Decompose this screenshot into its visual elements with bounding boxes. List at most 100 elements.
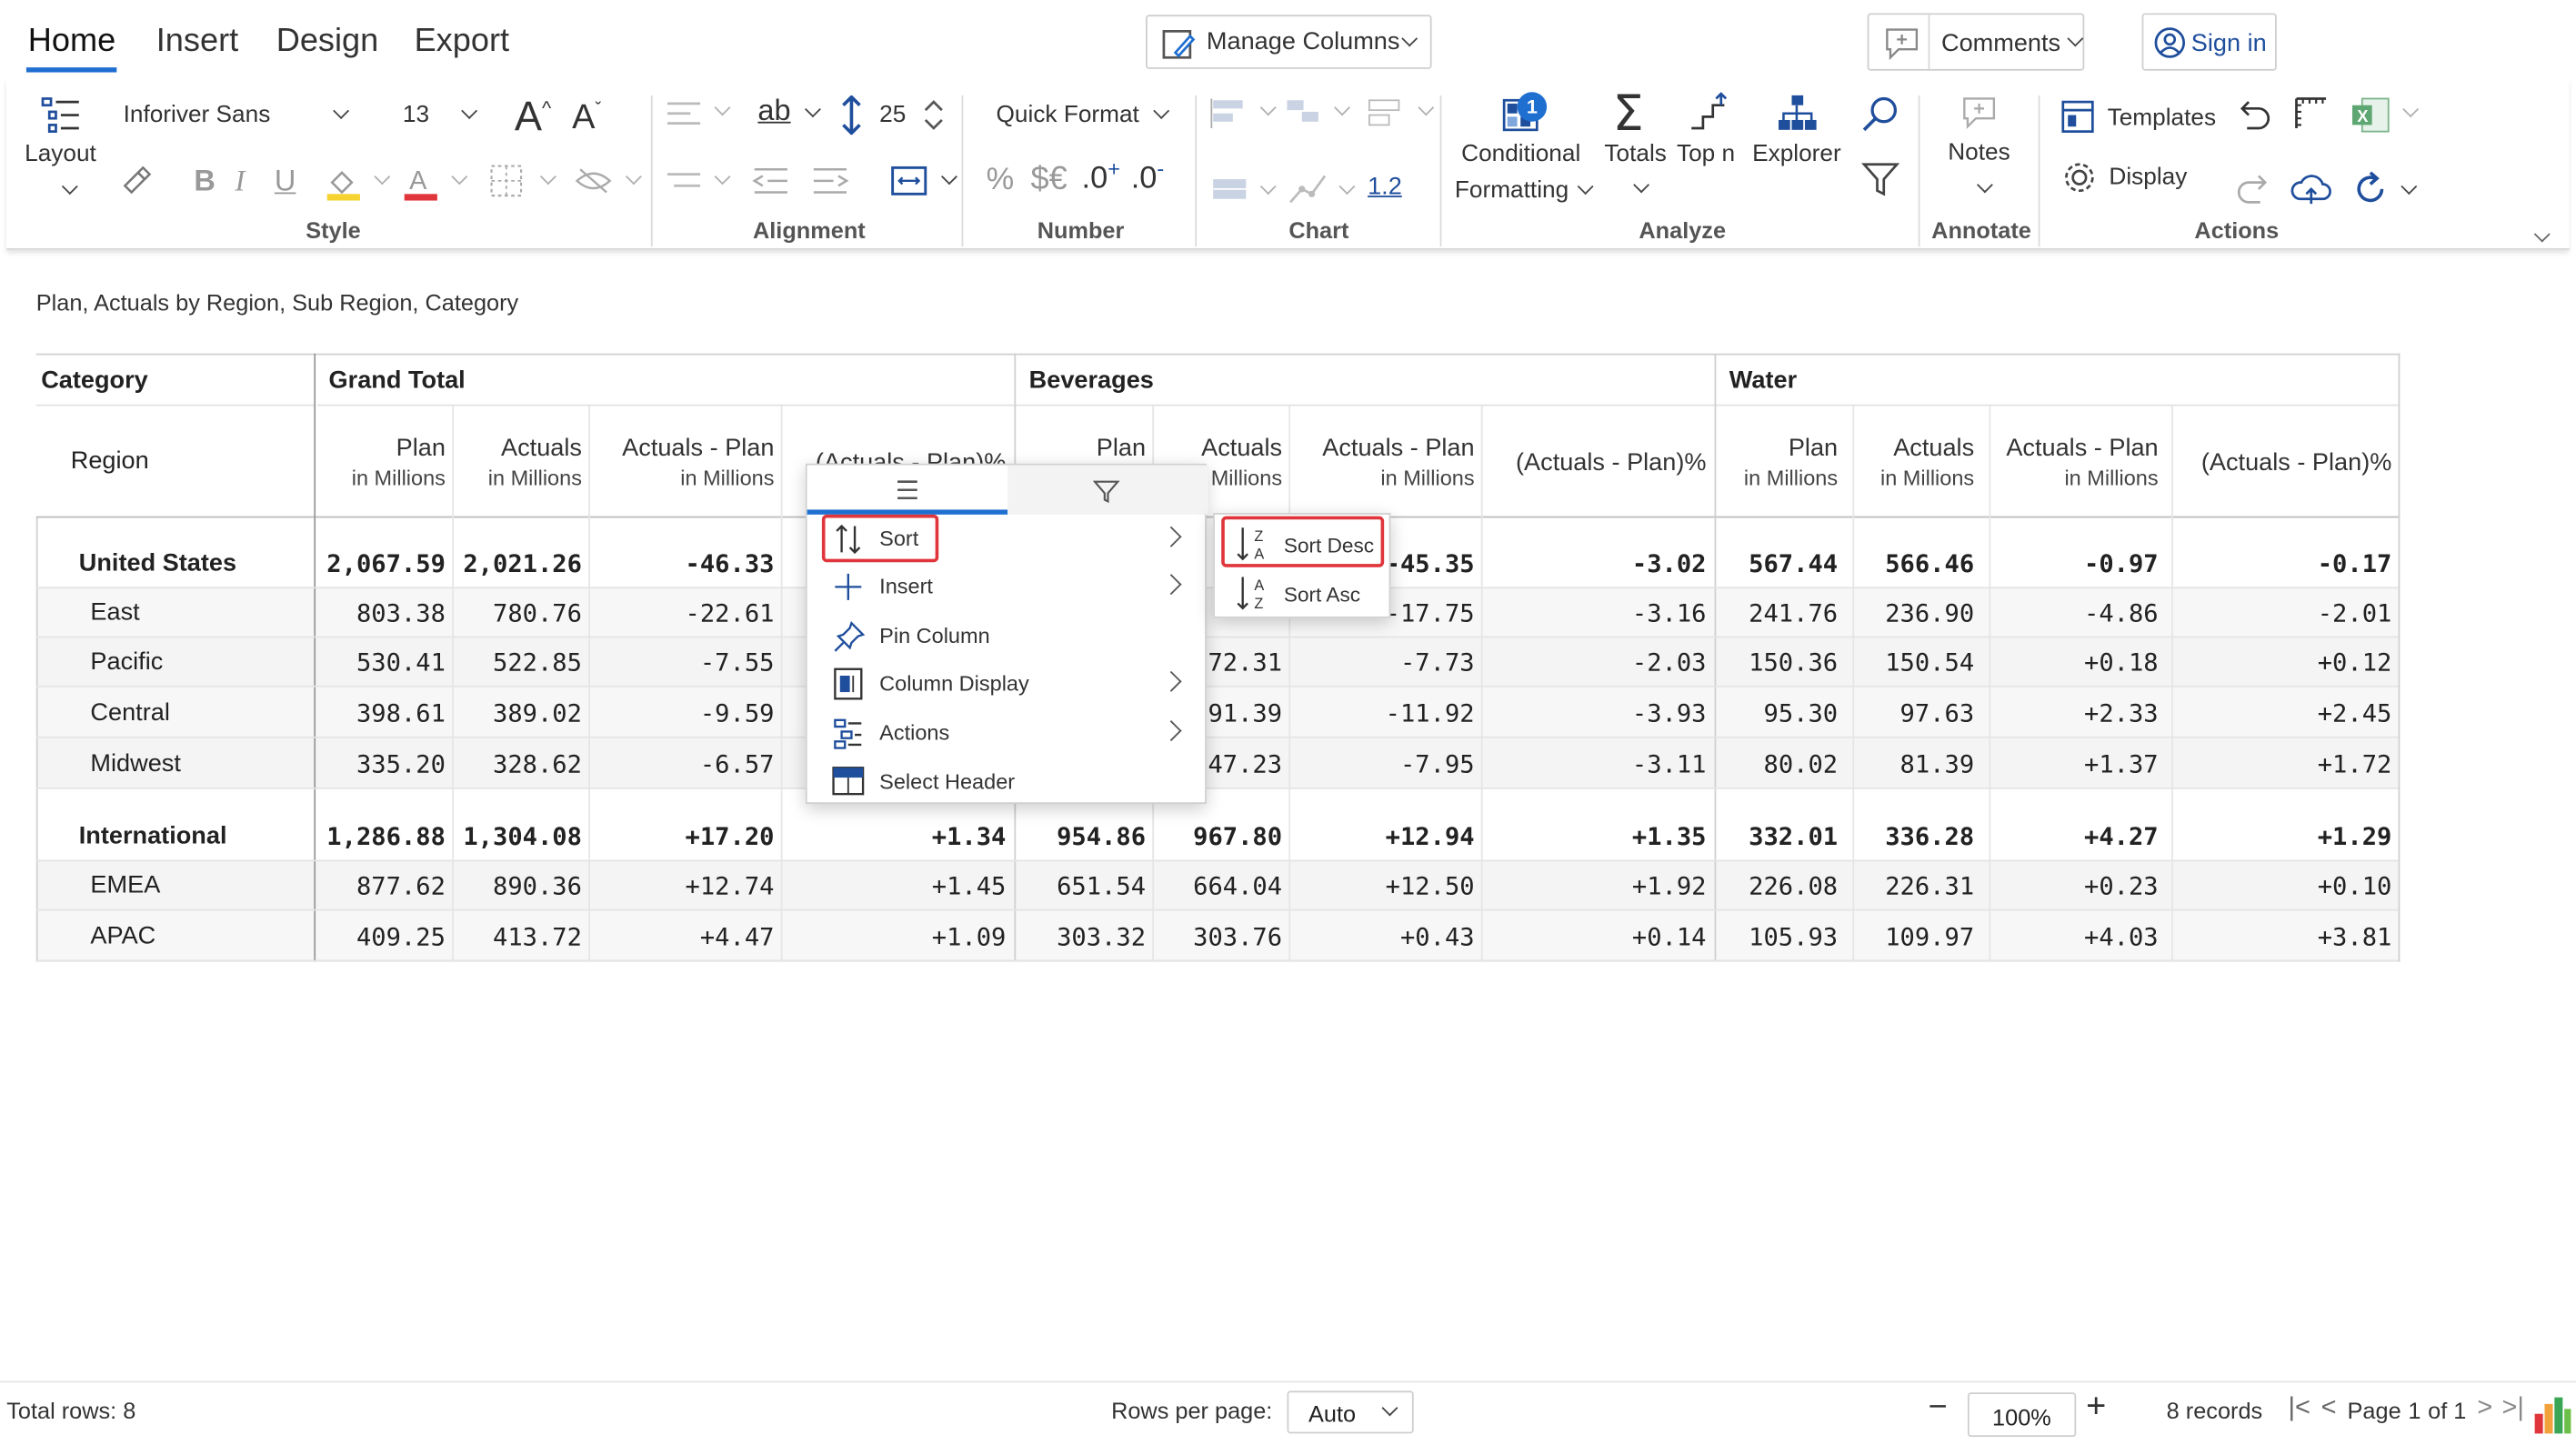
table-cell[interactable]: +1.72 xyxy=(2318,749,2392,779)
prev-page-button[interactable]: < xyxy=(2321,1394,2337,1424)
row-label[interactable]: International xyxy=(79,822,227,850)
table-cell[interactable]: 109.97 xyxy=(1885,922,1974,952)
table-cell[interactable]: -7.73 xyxy=(1400,647,1475,677)
table-cell[interactable]: +12.74 xyxy=(686,871,775,901)
table-cell[interactable]: +0.14 xyxy=(1632,922,1707,952)
table-cell[interactable]: -3.93 xyxy=(1632,698,1707,728)
zoom-in-button[interactable]: + xyxy=(2086,1388,2106,1427)
table-cell[interactable]: -3.16 xyxy=(1632,598,1707,628)
table-cell[interactable]: -9.59 xyxy=(700,698,775,728)
table-cell[interactable]: 1,286.88 xyxy=(326,822,446,852)
zoom-out-button[interactable]: − xyxy=(1929,1390,1948,1428)
table-cell[interactable]: 567.44 xyxy=(1749,549,1838,579)
table-cell[interactable]: +0.23 xyxy=(2084,871,2159,901)
table-cell[interactable]: -45.35 xyxy=(1386,549,1475,579)
row-label[interactable]: APAC xyxy=(90,922,155,950)
menu-item-actions[interactable]: Actions xyxy=(807,708,1208,758)
table-cell[interactable]: 967.80 xyxy=(1193,822,1282,852)
table-cell[interactable]: 47.23 xyxy=(1208,749,1282,779)
menu-item-select-header[interactable]: Select Header xyxy=(807,758,1208,807)
zoom-input[interactable]: 100% xyxy=(1967,1392,2077,1438)
table-cell[interactable]: 303.32 xyxy=(1057,922,1146,952)
table-cell[interactable]: -6.57 xyxy=(700,749,775,779)
table-cell[interactable]: -0.17 xyxy=(2318,549,2392,579)
table-cell[interactable]: +4.03 xyxy=(2084,922,2159,952)
table-cell[interactable]: 1,304.08 xyxy=(463,822,582,852)
table-cell[interactable]: 97.63 xyxy=(1900,698,1975,728)
table-cell[interactable]: 522.85 xyxy=(493,647,582,677)
last-page-button[interactable]: >| xyxy=(2501,1394,2523,1424)
table-cell[interactable]: 651.54 xyxy=(1057,871,1146,901)
page-number[interactable]: 1 xyxy=(2408,1398,2421,1424)
table-cell[interactable]: 780.76 xyxy=(493,598,582,628)
table-cell[interactable]: -3.02 xyxy=(1632,549,1707,579)
table-cell[interactable]: +4.27 xyxy=(2084,822,2159,852)
menu-tab-filter[interactable] xyxy=(1007,465,1208,515)
menu-item-column-display[interactable]: Column Display xyxy=(807,659,1208,708)
table-cell[interactable]: 877.62 xyxy=(356,871,446,901)
corner-header-category[interactable]: Category xyxy=(41,366,148,395)
table-cell[interactable]: 530.41 xyxy=(356,647,446,677)
table-cell[interactable]: +4.47 xyxy=(700,922,775,952)
table-cell[interactable]: +17.20 xyxy=(686,822,775,852)
table-cell[interactable]: 566.46 xyxy=(1885,549,1974,579)
table-cell[interactable]: +12.50 xyxy=(1386,871,1475,901)
table-cell[interactable]: 803.38 xyxy=(356,598,446,628)
table-cell[interactable]: 413.72 xyxy=(493,922,582,952)
table-cell[interactable]: 226.08 xyxy=(1749,871,1838,901)
table-cell[interactable]: 2,021.26 xyxy=(463,549,582,579)
next-page-button[interactable]: > xyxy=(2477,1394,2492,1424)
table-cell[interactable]: -17.75 xyxy=(1386,598,1475,628)
group-header-water[interactable]: Water xyxy=(1729,366,1797,395)
table-cell[interactable]: -0.97 xyxy=(2084,549,2159,579)
table-cell[interactable]: +0.10 xyxy=(2318,871,2392,901)
corner-header-region[interactable]: Region xyxy=(71,447,149,476)
table-cell[interactable]: +12.94 xyxy=(1386,822,1475,852)
group-header-beverages[interactable]: Beverages xyxy=(1029,366,1154,395)
table-cell[interactable]: 95.30 xyxy=(1763,698,1838,728)
table-cell[interactable]: +1.34 xyxy=(932,822,1007,852)
table-cell[interactable]: 80.02 xyxy=(1763,749,1838,779)
table-cell[interactable]: -2.03 xyxy=(1632,647,1707,677)
table-cell[interactable]: 389.02 xyxy=(493,698,582,728)
row-label[interactable]: United States xyxy=(79,549,236,577)
group-header-grand-total[interactable]: Grand Total xyxy=(329,366,466,395)
table-cell[interactable]: 150.36 xyxy=(1749,647,1838,677)
column-header[interactable]: Actuals - Plan in Millions xyxy=(622,434,774,493)
table-cell[interactable]: +1.35 xyxy=(1632,822,1707,852)
column-header[interactable]: (Actuals - Plan)% xyxy=(1516,449,1706,479)
table-cell[interactable]: +1.29 xyxy=(2318,822,2392,852)
column-header[interactable]: (Actuals - Plan)% xyxy=(2201,449,2391,479)
table-cell[interactable]: 890.36 xyxy=(493,871,582,901)
table-cell[interactable]: -7.55 xyxy=(700,647,775,677)
row-label[interactable]: Midwest xyxy=(90,749,180,778)
column-header[interactable]: Actuals - Plan in Millions xyxy=(1322,434,1474,493)
table-cell[interactable]: 332.01 xyxy=(1749,822,1838,852)
table-cell[interactable]: 226.31 xyxy=(1885,871,1974,901)
table-cell[interactable]: 72.31 xyxy=(1208,647,1282,677)
table-cell[interactable]: +2.33 xyxy=(2084,698,2159,728)
table-cell[interactable]: +0.12 xyxy=(2318,647,2392,677)
table-cell[interactable]: 303.76 xyxy=(1193,922,1282,952)
row-label[interactable]: East xyxy=(90,598,139,627)
table-cell[interactable]: +1.45 xyxy=(932,871,1007,901)
menu-tab-options[interactable] xyxy=(807,465,1008,515)
rows-per-page-select[interactable]: Auto xyxy=(1287,1390,1414,1434)
table-cell[interactable]: +1.92 xyxy=(1632,871,1707,901)
table-cell[interactable]: -46.33 xyxy=(686,549,775,579)
table-cell[interactable]: +1.37 xyxy=(2084,749,2159,779)
table-cell[interactable]: 398.61 xyxy=(356,698,446,728)
table-cell[interactable]: 91.39 xyxy=(1208,698,1282,728)
table-cell[interactable]: -22.61 xyxy=(686,598,775,628)
table-cell[interactable]: 954.86 xyxy=(1057,822,1146,852)
menu-item-insert[interactable]: Insert xyxy=(807,562,1208,611)
table-cell[interactable]: +2.45 xyxy=(2318,698,2392,728)
row-label[interactable]: Central xyxy=(90,698,169,727)
column-header[interactable]: Actuals - Plan in Millions xyxy=(2006,434,2158,493)
table-cell[interactable]: 236.90 xyxy=(1885,598,1974,628)
table-cell[interactable]: 328.62 xyxy=(493,749,582,779)
table-cell[interactable]: +0.18 xyxy=(2084,647,2159,677)
table-cell[interactable]: -4.86 xyxy=(2084,598,2159,628)
column-header[interactable]: Actuals in Millions xyxy=(1880,434,1974,493)
column-header[interactable]: Plan in Millions xyxy=(1744,434,1838,493)
